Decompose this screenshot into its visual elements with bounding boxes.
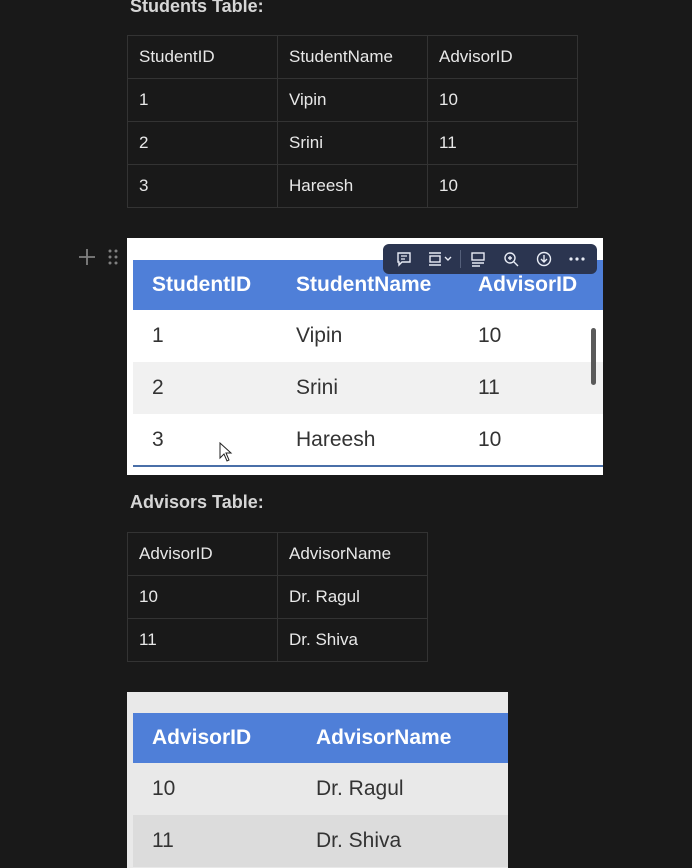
table-cell[interactable]: Srini [277,121,428,165]
students-heading: Students Table: [130,0,264,16]
image-header-cell: StudentID [133,260,277,310]
table-cell[interactable]: Dr. Ragul [277,575,428,619]
table-row: 11 Dr. Shiva [133,815,508,867]
image-cell: Vipin [296,324,343,347]
zoom-in-icon[interactable] [494,245,527,273]
drag-handle-icon[interactable] [107,248,119,271]
table-header-cell[interactable]: AdvisorID [427,35,578,79]
table-cell[interactable]: 3 [127,164,278,208]
students-table: StudentID StudentName AdvisorID 1 Vipin … [127,35,578,208]
more-icon[interactable] [560,245,593,273]
table-row: 10 Dr. Ragul [127,575,428,619]
table-cell[interactable]: 10 [427,78,578,122]
table-row: 1 Vipin 10 [127,78,578,122]
table-row: 11 Dr. Shiva [127,618,428,662]
table-row: 10 Dr. Ragul [133,763,508,815]
students-image-table: StudentID StudentName AdvisorID 1 Vipin … [133,260,603,466]
table-row: 2 Srini 11 [127,121,578,165]
table-row: 2 Srini 11 [133,362,603,414]
advisors-image-table: AdvisorID AdvisorName 10 Dr. Ragul 11 Dr… [133,713,508,867]
table-cell[interactable]: 10 [427,164,578,208]
image-cell: 11 [459,362,603,414]
table-row: StudentID StudentName AdvisorID [127,35,578,79]
table-row: 3 Hareesh 10 [127,164,578,208]
mouse-cursor-icon [219,441,233,467]
download-icon[interactable] [527,245,560,273]
image-cell: 10 [133,763,297,815]
table-header-cell[interactable]: StudentID [127,35,278,79]
image-header-cell: AdvisorName [297,713,508,763]
table-cell[interactable]: 10 [127,575,278,619]
add-block-icon[interactable] [77,247,97,272]
table-header-cell[interactable]: AdvisorName [277,532,428,576]
table-header-cell[interactable]: AdvisorID [127,532,278,576]
image-cell: 1 [152,324,164,347]
table-row: AdvisorID AdvisorName [127,532,428,576]
advisors-heading: Advisors Table: [130,492,264,512]
table-cell[interactable]: 11 [427,121,578,165]
table-cell[interactable]: 2 [127,121,278,165]
table-cell[interactable]: Vipin [277,78,428,122]
image-cell: 2 [133,362,277,414]
image-cell: 11 [133,815,297,867]
caption-icon[interactable] [461,245,494,273]
image-cell: 10 [478,428,502,451]
image-cell: Srini [277,362,459,414]
table-cell[interactable]: Dr. Shiva [277,618,428,662]
table-row: 1 Vipin 10 [133,310,603,362]
table-cell[interactable]: 1 [127,78,278,122]
image-cell: Dr. Shiva [297,815,508,867]
table-cell[interactable]: Hareesh [277,164,428,208]
table-row: 3 Hareesh 10 [133,414,603,466]
comment-icon[interactable] [387,245,420,273]
image-cell: Hareesh [296,428,376,451]
table-header-cell[interactable]: StudentName [277,35,428,79]
image-bottom-border [133,465,603,467]
image-cell: Dr. Ragul [297,763,508,815]
image-header-cell: AdvisorID [133,713,297,763]
image-cell: 3 [152,428,164,451]
image-cell: 10 [478,324,502,347]
align-icon[interactable] [420,245,460,273]
image-toolbar [383,244,597,274]
image-scrollbar[interactable] [591,328,596,385]
advisors-table: AdvisorID AdvisorName 10 Dr. Ragul 11 Dr… [127,532,428,662]
advisors-image[interactable]: AdvisorID AdvisorName 10 Dr. Ragul 11 Dr… [127,692,508,868]
table-cell[interactable]: 11 [127,618,278,662]
